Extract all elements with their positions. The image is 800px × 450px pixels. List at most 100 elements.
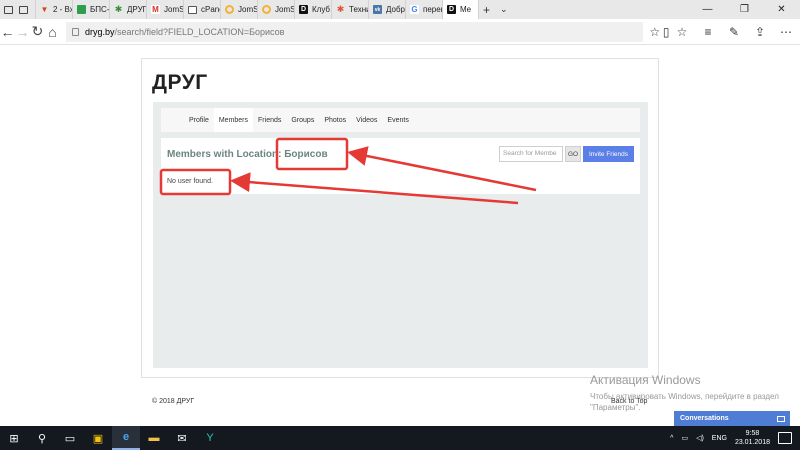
start-windows-icon[interactable]: ⊞ — [0, 426, 28, 450]
tab-tools: + ⌄ — [479, 0, 508, 19]
subnav-profile[interactable]: Profile — [184, 108, 214, 132]
hub-icon[interactable]: ≡ — [698, 22, 718, 42]
member-search-input[interactable]: Search for Membe — [499, 146, 563, 162]
forward-icon[interactable]: → — [15, 19, 30, 45]
url-host: dryg.by — [84, 26, 115, 37]
tab-label: Техниче — [349, 5, 368, 14]
d-icon: D — [447, 5, 456, 14]
edge-icon[interactable]: e — [112, 426, 140, 450]
subnav-photos[interactable]: Photos — [319, 108, 351, 132]
window-controls: — ❐ ✕ — [689, 0, 800, 19]
site-container: ДРУГ Profile Members Friends Groups Phot… — [141, 58, 659, 378]
favorites-icon[interactable]: ☆ — [672, 22, 692, 42]
tab-label: перевод — [423, 5, 442, 14]
tab-label: JomSoci — [275, 5, 295, 14]
tab-label: JomSoci — [164, 5, 184, 14]
members-card: Members with Location: Борисов Search fo… — [161, 138, 640, 194]
browser-tab[interactable]: ▼ 2 - Вход — [36, 0, 73, 19]
tab-label: Клуб ДГ — [312, 5, 331, 14]
browser-tab[interactable]: ✱ ДРУГ - I — [110, 0, 147, 19]
windows-activation-watermark: Активация Windows Чтобы активировать Win… — [590, 373, 780, 413]
browser-tab-strip: ▼ 2 - Вход БПС-Сб ✱ ДРУГ - I M JomSoci c… — [0, 0, 800, 19]
vk-icon: vk — [373, 5, 382, 14]
url-path: /search/field?FIELD_LOCATION=Борисов — [114, 26, 285, 37]
browser-tab-active[interactable]: D Me ✕ — [443, 0, 479, 19]
site-title[interactable]: ДРУГ — [152, 71, 208, 95]
refresh-icon[interactable]: ↻ — [30, 19, 45, 45]
more-icon[interactable]: ⋯ — [776, 22, 796, 42]
browser-tab[interactable]: cPanel > — [184, 0, 221, 19]
tab-label: cPanel > — [201, 5, 220, 14]
google-icon: G — [410, 5, 419, 14]
browser-navbar: ← → ↻ ⌂ dryg.by/search/field?FIELD_LOCAT… — [0, 19, 800, 45]
subnav-members[interactable]: Members — [213, 108, 254, 132]
conversations-label: Conversations — [680, 415, 729, 422]
search-icon[interactable]: ⚲ — [28, 426, 56, 450]
action-center-icon[interactable] — [778, 432, 792, 444]
volume-icon[interactable]: ◁) — [696, 434, 704, 442]
file-explorer-icon[interactable]: ▬ — [140, 426, 168, 450]
browser-tab[interactable]: JomSoci — [258, 0, 295, 19]
conversations-bar[interactable]: Conversations — [674, 411, 790, 426]
favorite-star-icon[interactable]: ☆ — [649, 22, 661, 42]
joomla-icon: ✱ — [336, 4, 345, 14]
browser-tab[interactable]: БПС-Сб — [73, 0, 110, 19]
system-tray: ^ ▭ ◁) ENG 9:58 23.01.2018 — [670, 429, 800, 447]
mail-icon: ▼ — [40, 5, 49, 14]
tab-preview-button[interactable] — [0, 0, 36, 19]
home-icon[interactable]: ⌂ — [45, 19, 60, 45]
clock-time: 9:58 — [745, 430, 760, 437]
subnav-groups[interactable]: Groups — [286, 108, 319, 132]
tab-set-aside-icon — [19, 5, 28, 14]
page-info-icon[interactable] — [71, 27, 79, 36]
share-icon[interactable]: ⇪ — [750, 22, 770, 42]
restore-icon[interactable]: ❐ — [726, 0, 763, 19]
web-page: ДРУГ Profile Members Friends Groups Phot… — [0, 46, 800, 426]
jomsocial-icon — [225, 5, 234, 14]
task-view-icon[interactable]: ▭ — [56, 426, 84, 450]
footer-copyright: © 2018 ДРУГ — [152, 398, 195, 405]
language-indicator[interactable]: ENG — [712, 435, 727, 442]
tray-chevron-icon[interactable]: ^ — [670, 435, 673, 442]
browser-tab[interactable]: G перевод — [406, 0, 443, 19]
close-window-icon[interactable]: ✕ — [763, 0, 800, 19]
activation-text: Чтобы активировать Windows, перейдите в … — [590, 392, 779, 412]
bank-icon — [77, 5, 86, 14]
tab-label: JomSoci — [238, 5, 258, 14]
mail-app-icon[interactable]: ✉ — [168, 426, 196, 450]
browser-actions: ☆ ≡ ✎ ⇪ ⋯ — [672, 22, 800, 42]
browser-tab[interactable]: ✱ Техниче — [332, 0, 369, 19]
subnav-events[interactable]: Events — [382, 108, 413, 132]
clock-date: 23.01.2018 — [734, 439, 770, 446]
windows-taskbar: ⊞ ⚲ ▭ ▣ e ▬ ✉ Y ^ ▭ ◁) ENG 9:58 23.01.20… — [0, 426, 800, 450]
joomla-icon: ✱ — [114, 4, 123, 14]
tab-label: БПС-Сб — [90, 5, 110, 14]
browser-tab[interactable]: JomSoci — [221, 0, 258, 19]
store-icon[interactable]: ▣ — [84, 426, 112, 450]
tab-label: ДРУГ - I — [127, 5, 147, 14]
reading-view-icon[interactable]: ▯ — [660, 22, 672, 42]
subnav-friends[interactable]: Friends — [253, 108, 286, 132]
cpanel-icon — [188, 5, 197, 14]
content-area: Profile Members Friends Groups Photos Vi… — [153, 102, 648, 368]
d-icon: D — [299, 5, 308, 14]
go-button[interactable]: GO — [565, 146, 581, 162]
tab-label: Добро г — [386, 5, 405, 14]
subnav-videos[interactable]: Videos — [351, 108, 382, 132]
cocktail-app-icon[interactable]: Y — [196, 426, 224, 450]
pen-icon[interactable]: ✎ — [724, 22, 744, 42]
browser-tab[interactable]: D Клуб ДГ — [295, 0, 332, 19]
invite-friends-button[interactable]: Invite Friends — [583, 146, 634, 162]
clock[interactable]: 9:58 23.01.2018 — [735, 429, 770, 447]
jomsocial-icon — [262, 5, 271, 14]
minimize-icon[interactable]: — — [689, 0, 726, 19]
new-tab-icon[interactable]: + — [483, 3, 490, 17]
network-icon[interactable]: ▭ — [681, 434, 688, 442]
window-icon — [777, 415, 785, 422]
gmail-icon: M — [151, 5, 160, 14]
browser-tab[interactable]: M JomSoci — [147, 0, 184, 19]
chevron-down-icon[interactable]: ⌄ — [500, 4, 508, 15]
browser-tab[interactable]: vk Добро г — [369, 0, 406, 19]
address-bar[interactable]: dryg.by/search/field?FIELD_LOCATION=Бори… — [65, 21, 643, 42]
back-icon[interactable]: ← — [0, 19, 15, 45]
